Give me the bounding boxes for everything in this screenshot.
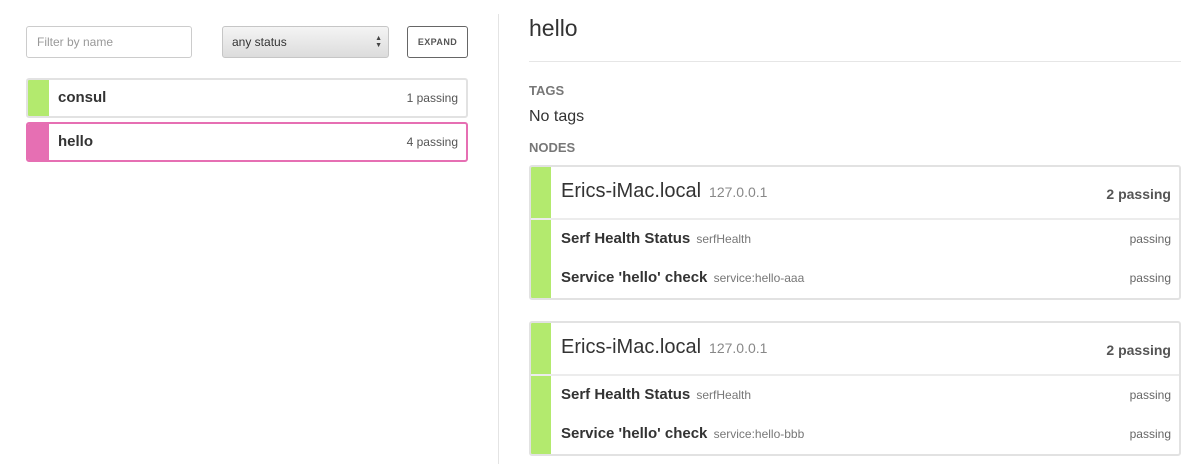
nodes-label: NODES — [529, 140, 576, 155]
service-item-hello[interactable]: hello 4 passing — [26, 122, 468, 162]
updown-arrows-icon: ▲ ▼ — [375, 35, 382, 49]
service-list: consul 1 passing hello 4 passing — [26, 78, 468, 166]
check-row: Service 'hello' check service:hello-aaa … — [531, 259, 1179, 298]
service-item-consul[interactable]: consul 1 passing — [26, 78, 468, 118]
service-name: hello — [58, 133, 94, 150]
service-detail-title: hello — [529, 15, 578, 41]
check-name: Service 'hello' check — [561, 269, 708, 286]
check-row: Serf Health Status serfHealth passing — [531, 220, 1179, 259]
node-passing-count: 2 passing — [1106, 186, 1171, 202]
status-select[interactable]: any status ▲ ▼ — [222, 26, 389, 58]
node-header: Erics-iMac.local 127.0.0.1 2 passing — [531, 167, 1179, 220]
node-passing-count: 2 passing — [1106, 342, 1171, 358]
node-address: 127.0.0.1 — [709, 184, 768, 200]
check-status: passing — [1129, 388, 1171, 402]
check-id: service:hello-bbb — [713, 427, 805, 441]
service-passing-count: 1 passing — [406, 91, 458, 105]
tags-label: TAGS — [529, 83, 565, 98]
expand-button[interactable]: EXPAND — [407, 26, 468, 58]
check-name: Service 'hello' check — [561, 425, 708, 442]
check-row: Serf Health Status serfHealth passing — [531, 376, 1179, 415]
filter-by-name-input[interactable] — [26, 26, 192, 58]
tags-value: No tags — [529, 108, 585, 125]
service-status-bar — [28, 124, 49, 160]
check-id: serfHealth — [696, 388, 752, 402]
check-name: Serf Health Status — [561, 386, 691, 403]
check-status: passing — [1129, 427, 1171, 441]
check-name: Serf Health Status — [561, 230, 691, 247]
node-card[interactable]: Erics-iMac.local 127.0.0.1 2 passing Serf… — [529, 165, 1181, 300]
check-status: passing — [1129, 271, 1171, 285]
check-status: passing — [1129, 232, 1171, 246]
node-name: Erics-iMac.local — [561, 336, 702, 358]
node-address: 127.0.0.1 — [709, 340, 768, 356]
check-row: Service 'hello' check service:hello-bbb … — [531, 415, 1179, 454]
service-name: consul — [58, 89, 107, 106]
status-select-value: any status — [232, 35, 287, 49]
title-divider — [529, 61, 1181, 62]
check-id: serfHealth — [696, 232, 752, 246]
service-passing-count: 4 passing — [406, 135, 458, 149]
column-divider — [498, 14, 499, 464]
node-name: Erics-iMac.local — [561, 180, 702, 202]
service-status-bar — [28, 80, 49, 116]
node-card[interactable]: Erics-iMac.local 127.0.0.1 2 passing Serf… — [529, 321, 1181, 456]
check-id: service:hello-aaa — [713, 271, 805, 285]
node-header: Erics-iMac.local 127.0.0.1 2 passing — [531, 323, 1179, 376]
